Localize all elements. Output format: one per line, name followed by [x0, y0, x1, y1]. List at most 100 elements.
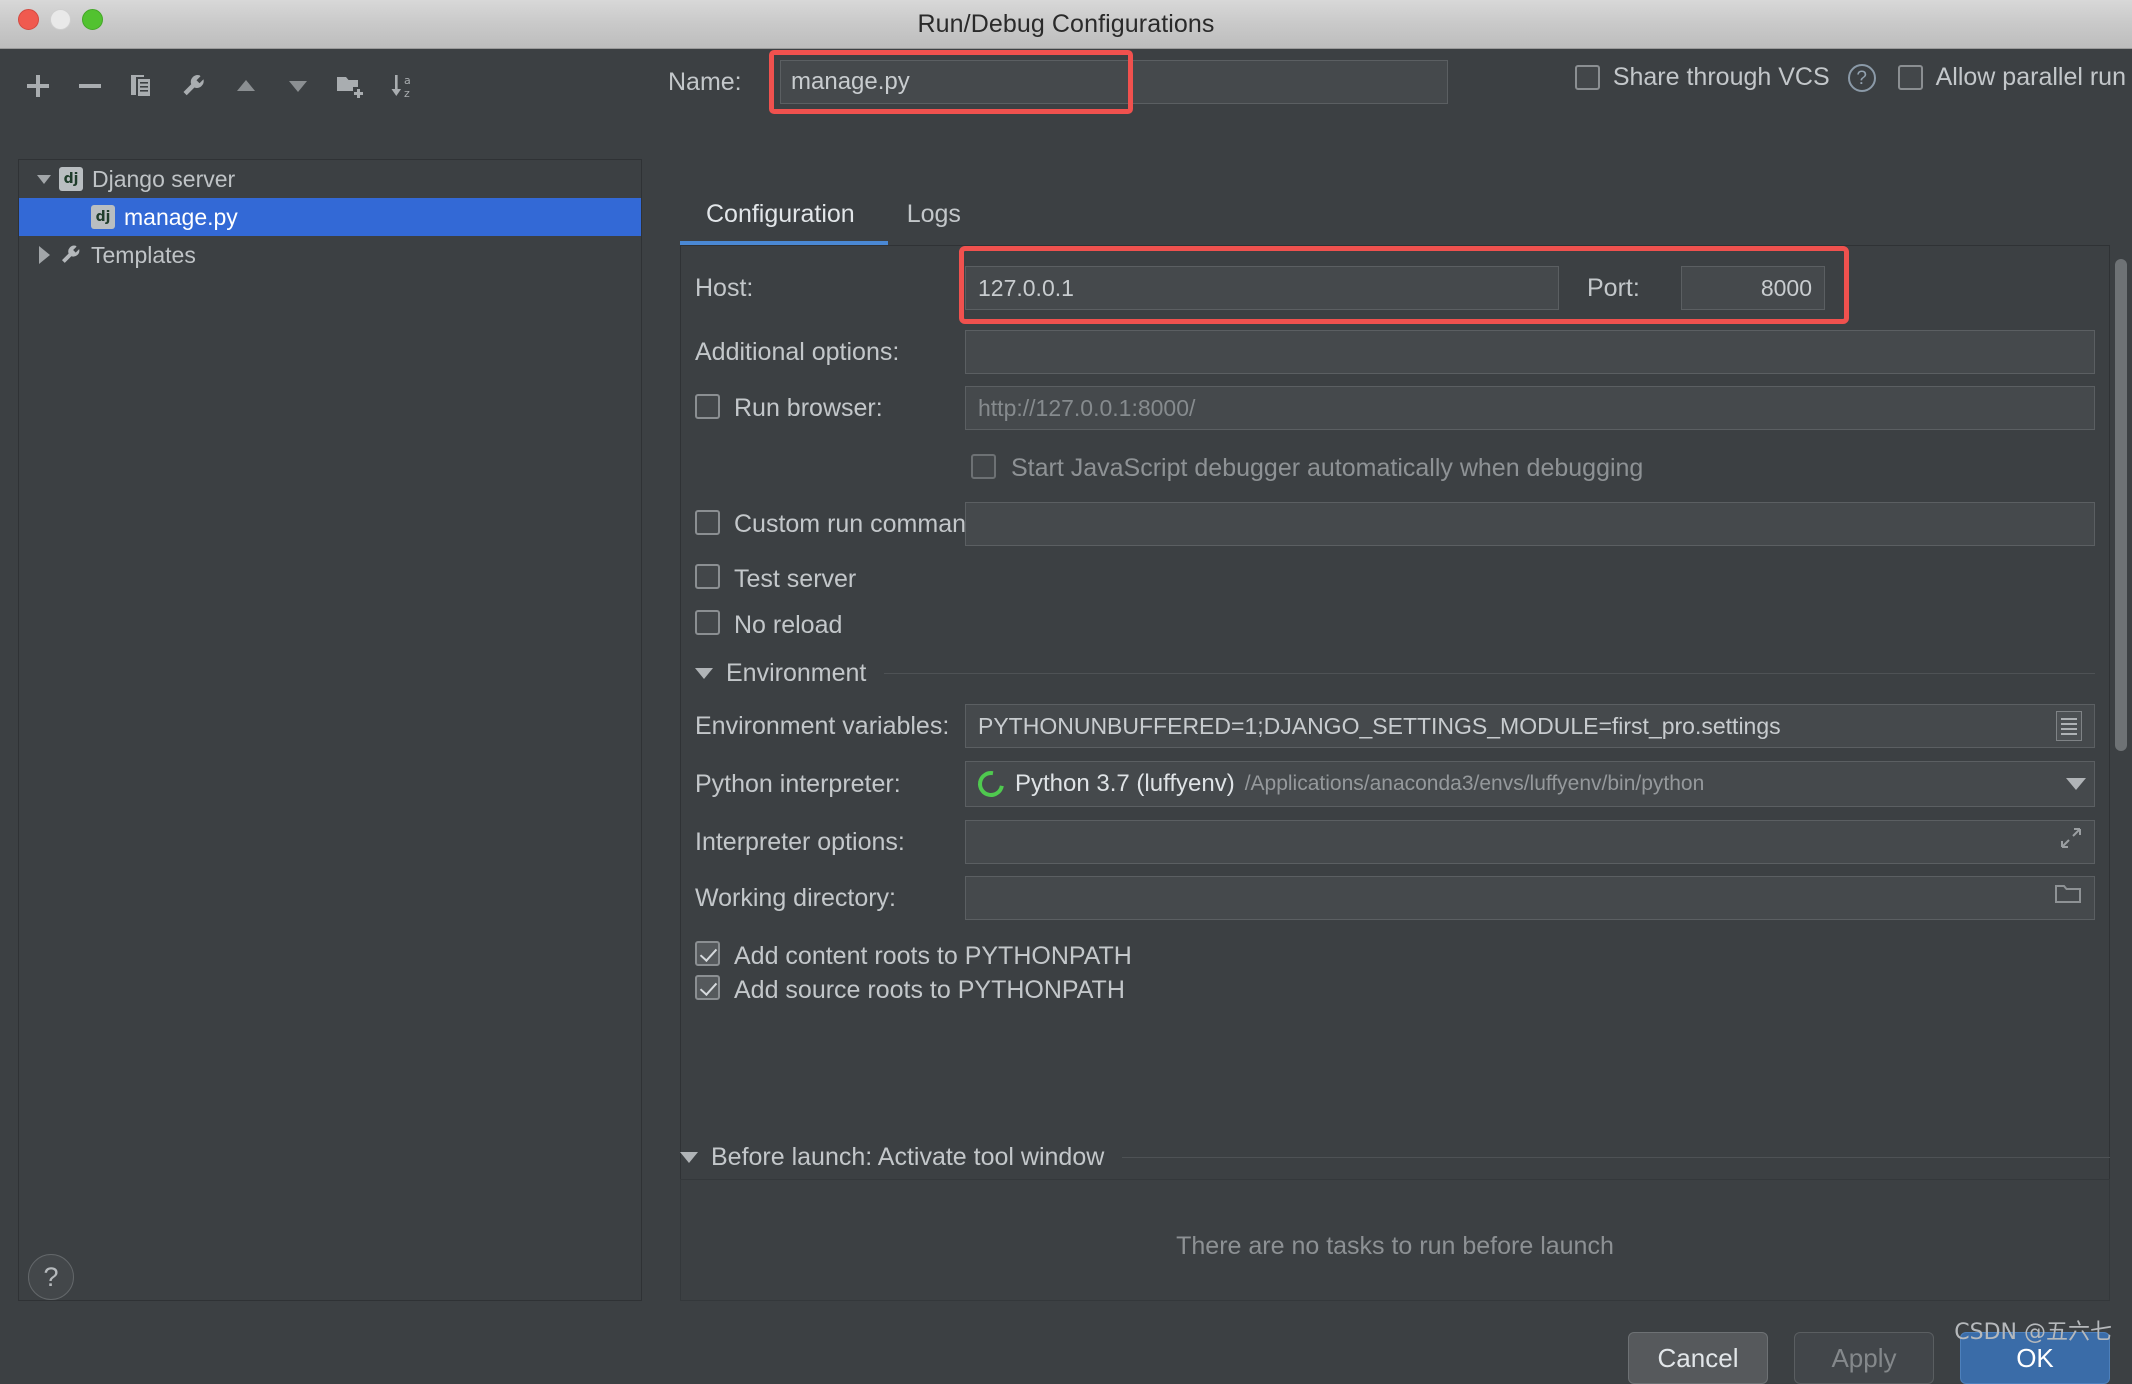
working-directory-input	[965, 876, 2095, 920]
form-scrollbar-thumb[interactable]	[2115, 259, 2127, 751]
chevron-right-icon[interactable]	[29, 246, 59, 264]
host-label: Host:	[695, 273, 754, 302]
section-divider	[884, 672, 2095, 674]
wrench-icon	[180, 72, 208, 100]
no-reload-checkbox[interactable]	[695, 610, 720, 635]
before-launch-empty-text: There are no tasks to run before launch	[1176, 1232, 1614, 1260]
environment-variables-row: Environment variables: PYTHONUNBUFFERED=…	[681, 698, 2109, 754]
tab-configuration[interactable]: Configuration	[680, 200, 881, 239]
python-interpreter-row: Python interpreter: Python 3.7 (luffyenv…	[681, 754, 2109, 814]
list-edit-icon[interactable]	[2056, 711, 2082, 741]
python-interpreter-dropdown[interactable]: Python 3.7 (luffyenv) /Applications/anac…	[965, 761, 2095, 807]
environment-variables-label: Environment variables:	[695, 711, 950, 740]
before-launch-task-list[interactable]: There are no tasks to run before launch	[680, 1179, 2110, 1301]
allow-parallel-run-checkbox[interactable]	[1897, 65, 1923, 90]
copy-configuration-button[interactable]	[116, 63, 168, 109]
test-server-checkbox[interactable]	[695, 564, 720, 589]
window-title: Run/Debug Configurations	[917, 9, 1215, 38]
expand-icon[interactable]	[2060, 821, 2082, 863]
run-browser-row: Run browser: http://127.0.0.1:8000/	[681, 380, 2109, 436]
additional-options-row: Additional options:	[681, 324, 2109, 380]
top-right-options: Share through VCS ? Allow parallel run	[1574, 63, 2126, 92]
start-js-debugger-row: Start JavaScript debugger automatically …	[681, 440, 2109, 496]
add-content-roots-checkbox[interactable]	[695, 941, 720, 966]
run-browser-checkbox[interactable]	[695, 394, 720, 419]
add-source-roots-row: Add source roots to PYTHONPATH	[681, 966, 1581, 1014]
configuration-form: Host: 127.0.0.1 Port: 8000 Additional op…	[680, 245, 2110, 1247]
allow-parallel-run-label: Allow parallel run	[1935, 63, 2126, 91]
additional-options-label: Additional options:	[695, 337, 900, 366]
environment-section-header[interactable]: Environment	[695, 650, 2095, 696]
cancel-button[interactable]: Cancel	[1628, 1332, 1768, 1384]
additional-options-input[interactable]	[965, 330, 2095, 374]
name-input[interactable]: manage.py	[780, 60, 1448, 104]
svg-text:z: z	[404, 87, 410, 100]
triangle-up-icon	[233, 73, 259, 99]
custom-run-command-input[interactable]	[965, 502, 2095, 546]
working-directory-label: Working directory:	[695, 883, 896, 912]
working-directory-row: Working directory:	[681, 870, 2109, 926]
no-reload-row: No reload	[681, 600, 1381, 650]
python-interpreter-value: Python 3.7 (luffyenv)	[1015, 770, 1235, 797]
environment-variables-input: PYTHONUNBUFFERED=1;DJANGO_SETTINGS_MODUL…	[965, 704, 2095, 748]
host-row: Host: 127.0.0.1 Port: 8000	[681, 258, 2109, 318]
tree-item-label: Django server	[92, 165, 236, 192]
move-down-button[interactable]	[272, 63, 324, 109]
configurations-toolbar: a z	[12, 59, 642, 113]
test-server-label: Test server	[734, 564, 857, 593]
before-launch-title: Before launch: Activate tool window	[711, 1143, 1105, 1171]
remove-configuration-button[interactable]	[64, 63, 116, 109]
port-label: Port:	[1587, 273, 1640, 302]
question-mark-icon[interactable]: ?	[1847, 63, 1876, 92]
host-input[interactable]: 127.0.0.1	[965, 266, 1559, 310]
apply-button[interactable]: Apply	[1794, 1332, 1934, 1384]
chevron-down-icon[interactable]	[29, 169, 59, 189]
tree-item-manage-py[interactable]: dj manage.py	[19, 198, 641, 236]
share-through-vcs-checkbox[interactable]	[1574, 65, 1600, 90]
close-window-button[interactable]	[18, 9, 39, 30]
svg-text:a: a	[404, 74, 411, 87]
add-source-roots-label: Add source roots to PYTHONPATH	[734, 975, 1125, 1004]
python-interpreter-label: Python interpreter:	[695, 769, 901, 798]
traffic-light-buttons[interactable]	[18, 9, 103, 30]
minimize-window-button[interactable]	[50, 9, 71, 30]
interpreter-options-label: Interpreter options:	[695, 827, 905, 856]
environment-variables-value[interactable]: PYTHONUNBUFFERED=1;DJANGO_SETTINGS_MODUL…	[978, 705, 1781, 747]
start-js-debugger-label: Start JavaScript debugger automatically …	[1011, 453, 1644, 482]
wrench-icon	[59, 243, 83, 267]
chevron-down-icon[interactable]	[680, 1152, 698, 1163]
copy-icon	[128, 72, 156, 100]
help-button[interactable]: ?	[28, 1254, 74, 1300]
tree-item-templates[interactable]: Templates	[19, 236, 641, 274]
add-configuration-button[interactable]	[12, 63, 64, 109]
form-scrollbar[interactable]	[2112, 245, 2128, 1247]
sort-alphabetically-button[interactable]: a z	[376, 63, 428, 109]
run-browser-url-input[interactable]: http://127.0.0.1:8000/	[965, 386, 2095, 430]
add-source-roots-checkbox[interactable]	[695, 975, 720, 1000]
custom-run-command-row: Custom run command:	[681, 496, 2109, 552]
zoom-window-button[interactable]	[82, 9, 103, 30]
tree-item-django-server[interactable]: dj Django server	[19, 160, 641, 198]
section-divider	[1122, 1157, 2110, 1158]
minus-icon	[75, 71, 105, 101]
name-label: Name:	[668, 67, 742, 96]
start-js-debugger-checkbox[interactable]	[971, 454, 996, 479]
chevron-down-icon[interactable]	[2066, 778, 2086, 790]
new-folder-button[interactable]	[324, 63, 376, 109]
no-reload-label: No reload	[734, 610, 843, 639]
interpreter-options-input	[965, 820, 2095, 864]
python-interpreter-path: /Applications/anaconda3/envs/luffyenv/bi…	[1244, 772, 1705, 795]
custom-run-command-checkbox[interactable]	[695, 510, 720, 535]
move-up-button[interactable]	[220, 63, 272, 109]
tab-logs[interactable]: Logs	[881, 200, 987, 239]
port-input[interactable]: 8000	[1681, 266, 1825, 310]
before-launch-header[interactable]: Before launch: Activate tool window	[680, 1143, 2110, 1172]
folder-icon[interactable]	[2054, 877, 2082, 919]
configurations-tree[interactable]: dj Django server dj manage.py Templates	[18, 159, 642, 1301]
dj-icon: dj	[59, 167, 83, 191]
chevron-down-icon[interactable]	[695, 667, 713, 679]
edit-templates-button[interactable]	[168, 63, 220, 109]
watermark: CSDN @五六七	[1954, 1320, 2112, 1345]
interpreter-options-row: Interpreter options:	[681, 814, 2109, 870]
dj-icon: dj	[91, 205, 115, 229]
